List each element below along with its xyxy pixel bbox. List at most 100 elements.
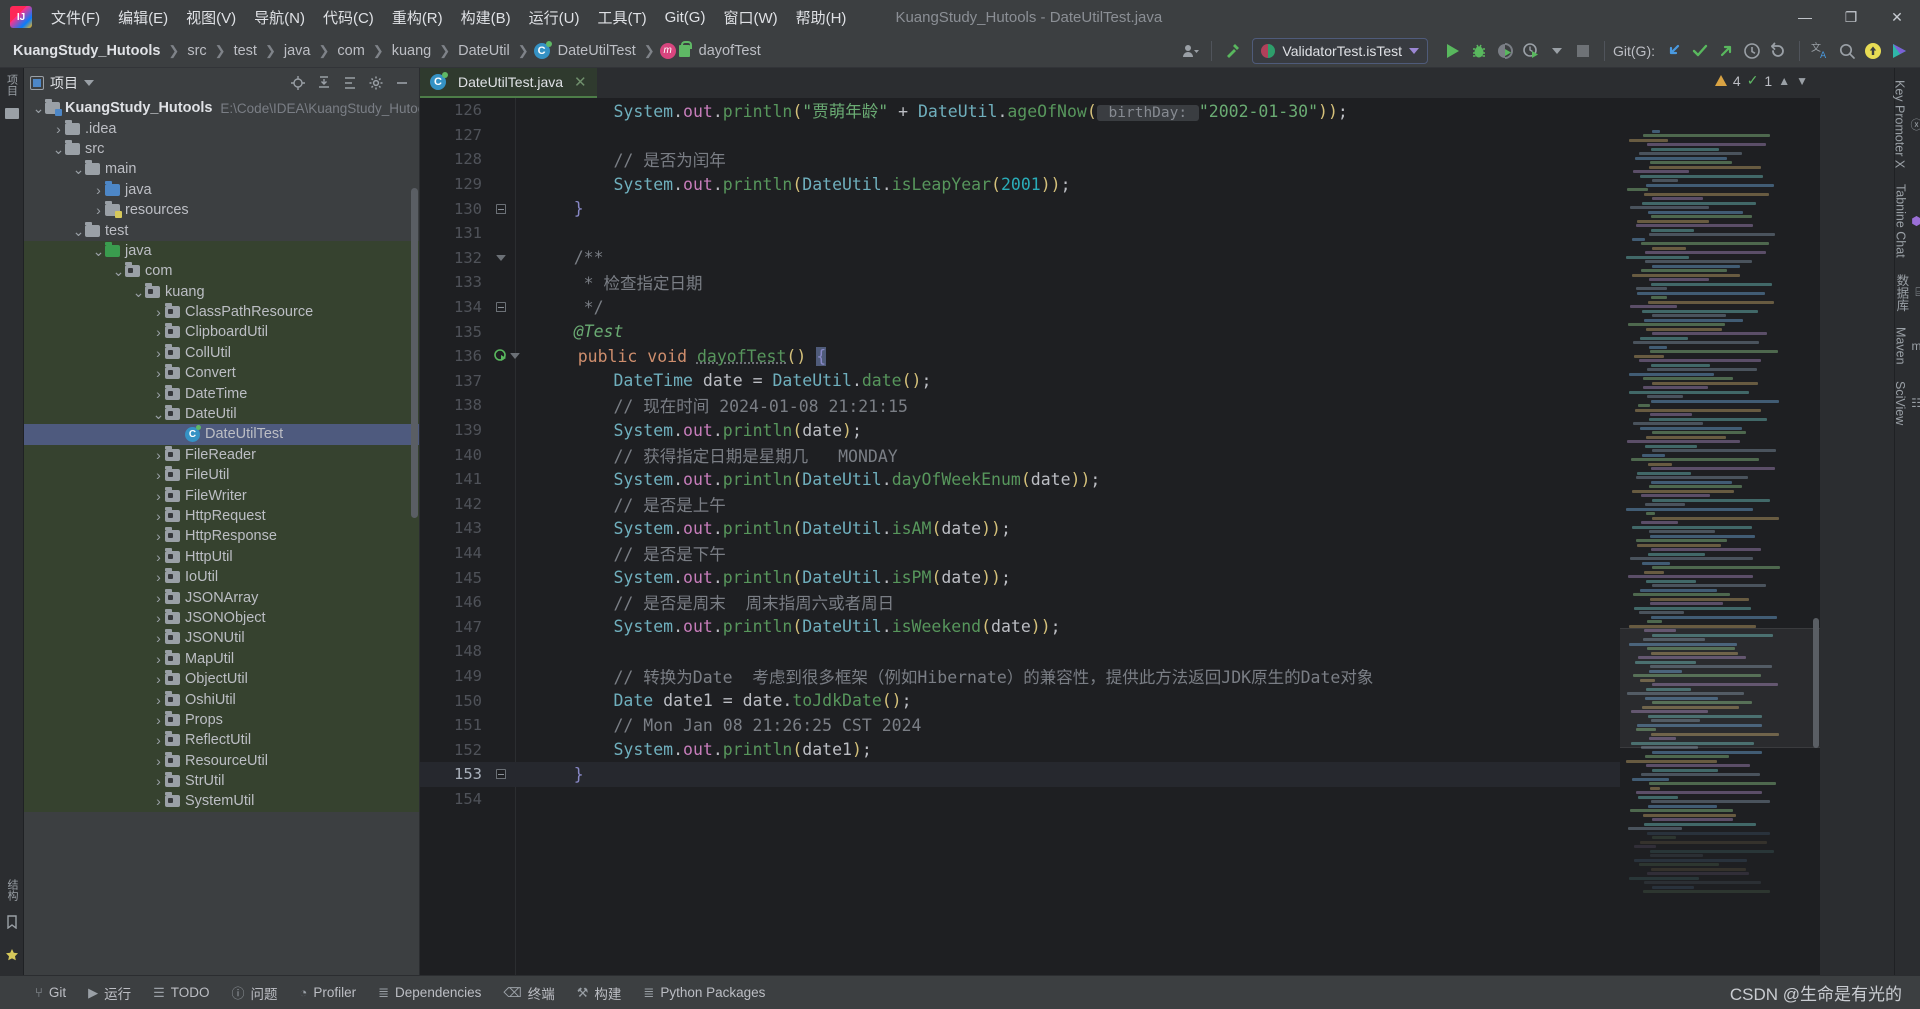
status-item-profiler[interactable]: ◔ Profiler — [289, 981, 368, 1004]
run-with-coverage-button[interactable] — [1492, 38, 1518, 64]
menu-item-7[interactable]: 运行(U) — [520, 3, 589, 32]
chevron-right-icon[interactable]: › — [152, 712, 165, 728]
editor-minimap[interactable] — [1620, 128, 1820, 975]
tree-node-clipboardutil[interactable]: › ClipboardUtil — [24, 322, 419, 342]
chevron-right-icon[interactable]: › — [152, 488, 165, 504]
tree-node-oshiutil[interactable]: › OshiUtil — [24, 689, 419, 709]
code-line-128[interactable]: 128 // 是否为闰年 — [420, 147, 1820, 172]
tree-node-resourceutil[interactable]: › ResourceUtil — [24, 751, 419, 771]
chevron-right-icon[interactable]: › — [152, 304, 165, 320]
menu-item-4[interactable]: 代码(C) — [314, 3, 383, 32]
breadcrumb-item-dateutiltest[interactable]: C DateUtilTest — [534, 42, 639, 60]
code-line-140[interactable]: 140 // 获得指定日期是星期几 MONDAY — [420, 442, 1820, 467]
tree-node-dateutil[interactable]: ⌄ DateUtil — [24, 404, 419, 424]
locate-icon[interactable] — [287, 72, 309, 94]
breadcrumb-item-test[interactable]: test — [231, 42, 260, 60]
chevron-right-icon[interactable]: › — [152, 569, 165, 585]
history-icon[interactable] — [1739, 38, 1765, 64]
tree-node-kuang[interactable]: ⌄ kuang — [24, 282, 419, 302]
chevron-right-icon[interactable]: › — [152, 467, 165, 483]
menu-item-0[interactable]: 文件(F) — [42, 3, 109, 32]
chevron-right-icon[interactable]: › — [152, 773, 165, 789]
chevron-right-icon[interactable]: › — [152, 590, 165, 606]
editor-tab-dateutiltest[interactable]: C DateUtilTest.java ✕ — [420, 68, 597, 98]
maximize-button[interactable]: ❐ — [1828, 0, 1874, 34]
bookmarks-icon[interactable] — [5, 915, 19, 934]
code-line-153[interactable]: 153 } — [420, 762, 1820, 787]
right-strip-item-sciview[interactable]: ☷ SciView — [1893, 377, 1920, 429]
code-line-142[interactable]: 142 // 是否是上午 — [420, 492, 1820, 517]
git-update-icon[interactable] — [1661, 38, 1687, 64]
tree-node-collutil[interactable]: › CollUtil — [24, 343, 419, 363]
code-line-131[interactable]: 131 — [420, 221, 1820, 246]
chevron-right-icon[interactable]: › — [152, 345, 165, 361]
chevron-right-icon[interactable]: › — [152, 386, 165, 402]
code-line-130[interactable]: 130 } — [420, 196, 1820, 221]
code-line-135[interactable]: 135 @Test — [420, 319, 1820, 344]
code-line-146[interactable]: 146 // 是否是周末 周末指周六或者周日 — [420, 590, 1820, 615]
close-button[interactable]: ✕ — [1874, 0, 1920, 34]
chevron-right-icon[interactable]: › — [152, 671, 165, 687]
tree-node-maputil[interactable]: › MapUtil — [24, 649, 419, 669]
tree-node-strutil[interactable]: › StrUtil — [24, 771, 419, 791]
debug-button[interactable] — [1466, 38, 1492, 64]
breadcrumb-item-dayoftest[interactable]: m dayofTest — [660, 42, 764, 60]
fold-end-icon[interactable] — [496, 204, 506, 214]
menu-item-6[interactable]: 构建(B) — [452, 3, 520, 32]
menu-item-9[interactable]: Git(G) — [656, 5, 715, 30]
breadcrumb[interactable]: KuangStudy_Hutools ❯ src ❯ test ❯ java ❯ com ❯ kua… — [10, 42, 764, 60]
chevron-right-icon[interactable]: › — [152, 630, 165, 646]
menu-item-11[interactable]: 帮助(H) — [787, 3, 856, 32]
breadcrumb-item-com[interactable]: com — [334, 42, 367, 60]
chevron-down-icon[interactable]: ⌄ — [32, 104, 45, 112]
inspection-widget[interactable]: 4 ✓ 1 ▲ ▼ — [1715, 72, 1808, 89]
status-item-todo[interactable]: ☰ TODO — [142, 981, 220, 1005]
chevron-right-icon[interactable]: › — [152, 651, 165, 667]
tree-node-systemutil[interactable]: › SystemUtil — [24, 791, 419, 811]
tree-node-objectutil[interactable]: › ObjectUtil — [24, 669, 419, 689]
chevron-down-icon[interactable]: ⌄ — [92, 247, 105, 255]
code-line-149[interactable]: 149 // 转换为Date 考虑到很多框架（例如Hibernate）的兼容性，… — [420, 664, 1820, 689]
minimap-viewport[interactable] — [1620, 628, 1820, 748]
breadcrumb-item-kuangstudy-hutools[interactable]: KuangStudy_Hutools — [10, 42, 163, 60]
git-push-icon[interactable] — [1713, 38, 1739, 64]
tree-node-jsonarray[interactable]: › JSONArray — [24, 587, 419, 607]
menu-bar[interactable]: 文件(F) 编辑(E) 视图(V) 导航(N) 代码(C) 重构(R) 构建(B) 运行(U)… — [42, 3, 855, 32]
close-icon[interactable]: ✕ — [574, 73, 587, 91]
tree-node-ioutil[interactable]: › IoUtil — [24, 567, 419, 587]
minimize-button[interactable]: — — [1782, 0, 1828, 34]
status-bar-items[interactable]: ⑂ Git ▶ 运行 ☰ TODO ⓘ 问题 ◔ Profiler ≣ Dependencies ⌫ 终端… — [24, 979, 776, 1007]
code-line-132[interactable]: 132 /** — [420, 246, 1820, 271]
right-strip-item-maven[interactable]: m Maven — [1894, 323, 1920, 369]
tree-node-jsonutil[interactable]: › JSONUtil — [24, 628, 419, 648]
tree-node-convert[interactable]: › Convert — [24, 363, 419, 383]
tree-node--idea[interactable]: › .idea — [24, 118, 419, 138]
breadcrumb-item-dateutil[interactable]: DateUtil — [455, 42, 513, 60]
fold-end-icon[interactable] — [496, 769, 506, 779]
sidebar-item-structure[interactable]: 结构 — [4, 879, 20, 901]
code-line-152[interactable]: 152 System.out.println(date1); — [420, 737, 1820, 762]
tree-node-reflectutil[interactable]: › ReflectUtil — [24, 730, 419, 750]
chevron-down-icon[interactable]: ⌄ — [72, 165, 85, 173]
tree-node-jsonobject[interactable]: › JSONObject — [24, 608, 419, 628]
chevron-right-icon[interactable]: › — [92, 202, 105, 218]
code-line-147[interactable]: 147 System.out.println(DateUtil.isWeeken… — [420, 614, 1820, 639]
chevron-right-icon[interactable]: › — [152, 793, 165, 809]
tree-node-classpathresource[interactable]: › ClassPathResource — [24, 302, 419, 322]
code-line-137[interactable]: 137 DateTime date = DateUtil.date(); — [420, 369, 1820, 394]
code-line-150[interactable]: 150 Date date1 = date.toJdkDate(); — [420, 688, 1820, 713]
tree-node-fileutil[interactable]: › FileUtil — [24, 465, 419, 485]
fold-start-icon[interactable] — [510, 353, 520, 359]
code-lines[interactable]: 126 System.out.println("贾萌年龄" + DateUtil… — [420, 98, 1820, 975]
code-line-136[interactable]: 136 public void dayofTest() { — [420, 344, 1820, 369]
code-line-138[interactable]: 138 // 现在时间 2024-01-08 21:21:15 — [420, 393, 1820, 418]
stop-button[interactable] — [1570, 38, 1596, 64]
expand-all-icon[interactable] — [339, 72, 361, 94]
breadcrumb-item-src[interactable]: src — [184, 42, 209, 60]
code-line-139[interactable]: 139 System.out.println(date); — [420, 418, 1820, 443]
status-item-git[interactable]: ⑂ Git — [24, 981, 77, 1004]
chevron-right-icon[interactable]: › — [152, 365, 165, 381]
tree-node-props[interactable]: › Props — [24, 710, 419, 730]
chevron-right-icon[interactable]: › — [52, 121, 65, 137]
right-strip-item-key-promoter-x[interactable]: ⓧ Key Promoter X — [1893, 76, 1920, 172]
